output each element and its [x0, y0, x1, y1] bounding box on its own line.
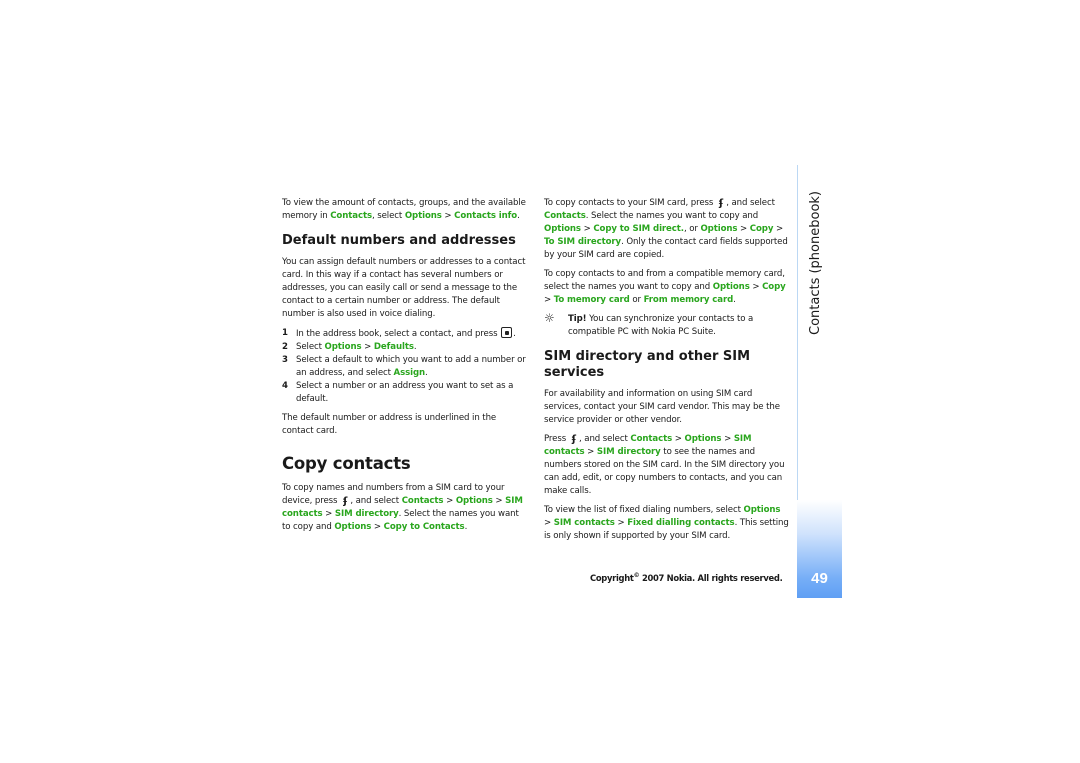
menu-term: Fixed dialling contacts: [627, 518, 735, 528]
menu-term: Options: [684, 434, 722, 444]
menu-key-icon: ʄ: [718, 198, 724, 209]
fixed-dialing-paragraph: To view the list of fixed dialing number…: [544, 505, 789, 541]
side-divider-line: [797, 165, 798, 500]
sim-directory-heading: SIM directory and other SIM services: [544, 349, 751, 380]
menu-term: Contacts: [630, 434, 673, 444]
menu-term: Options: [334, 522, 372, 532]
sim-services-paragraph: For availability and information on usin…: [544, 389, 780, 425]
menu-term: Defaults: [373, 342, 414, 352]
right-column: To copy contacts to your SIM card, press…: [544, 197, 790, 549]
tip-box: ☼ Tip! You can synchronize your contacts …: [544, 311, 754, 338]
page-number: 49: [811, 570, 828, 587]
copyright-footer: Copyright© 2007 Nokia. All rights reserv…: [590, 572, 783, 583]
sim-directory-paragraph: Press ʄ, and select Contacts > Options >…: [544, 434, 785, 496]
menu-term: Options: [743, 505, 781, 515]
tip-label: Tip!: [568, 314, 587, 324]
step-item: 2 Select Options > Defaults.: [282, 342, 417, 352]
default-numbers-paragraph: You can assign default numbers or addres…: [282, 257, 526, 319]
menu-term: SIM contacts: [553, 518, 615, 528]
select-key-icon: [501, 327, 513, 338]
step-item: 4 Select a number or an address you want …: [282, 381, 514, 404]
copy-contacts-heading: Copy contacts: [282, 454, 411, 473]
menu-term: Copy: [749, 224, 774, 234]
menu-term: Copy to SIM direct.: [593, 224, 684, 234]
menu-term: Options: [404, 211, 442, 221]
menu-term: To SIM directory: [544, 237, 622, 247]
menu-term: Copy: [762, 282, 786, 292]
menu-term: Contacts: [544, 211, 586, 221]
menu-term: Contacts: [330, 211, 372, 221]
copy-to-sim-paragraph: To copy contacts to your SIM card, press…: [544, 198, 788, 260]
menu-term: Options: [544, 224, 581, 234]
underline-note: The default number or address is underli…: [282, 413, 497, 436]
section-title-vertical: Contacts (phonebook): [808, 191, 823, 335]
menu-key-icon: ʄ: [343, 496, 348, 507]
menu-term: Options: [700, 224, 738, 234]
menu-term: Contacts info: [454, 211, 518, 221]
default-numbers-heading: Default numbers and addresses: [282, 233, 516, 248]
copy-contacts-paragraph: To copy names and numbers from a SIM car…: [282, 483, 523, 532]
left-column: To view the amount of contacts, groups, …: [282, 197, 528, 540]
menu-term: Contacts: [401, 496, 444, 506]
default-steps-list: 1 In the address book, select a contact, …: [282, 327, 528, 406]
step-item: 3 Select a default to which you want to a…: [282, 355, 526, 378]
menu-term: SIM directory: [334, 509, 399, 519]
tip-bulb-icon: ☼: [544, 311, 555, 325]
menu-term: Options: [712, 282, 750, 292]
menu-term: Copy to Contacts: [383, 522, 465, 532]
step-item: 1 In the address book, select a contact, …: [282, 327, 516, 339]
menu-term: Assign: [393, 368, 426, 378]
menu-term: SIM directory: [596, 447, 661, 457]
menu-term: To memory card: [553, 295, 630, 305]
menu-term: From memory card: [643, 295, 734, 305]
memory-card-paragraph: To copy contacts to and from a compatibl…: [544, 269, 786, 305]
menu-key-icon: ʄ: [571, 434, 577, 445]
menu-term: Options: [455, 496, 493, 506]
menu-term: Options: [324, 342, 362, 352]
contacts-info-paragraph: To view the amount of contacts, groups, …: [282, 198, 526, 221]
